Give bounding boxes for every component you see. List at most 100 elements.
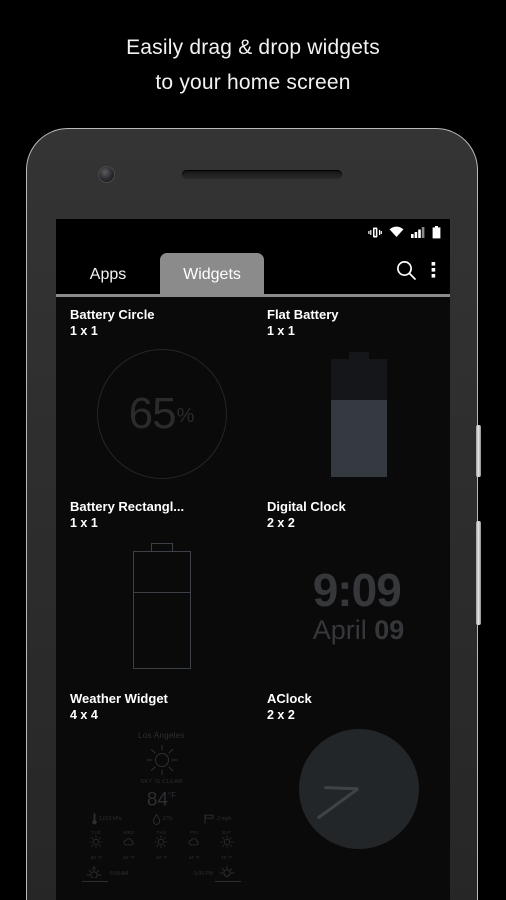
widget-preview-aclock <box>267 723 450 900</box>
sunset-icon <box>215 866 241 883</box>
widget-size: 1 x 1 <box>70 324 98 338</box>
forecast-day: THU 48 °F <box>145 830 178 860</box>
widget-item-flat-battery[interactable]: Flat Battery 1 x 1 <box>253 297 450 489</box>
widget-row: Battery Circle 1 x 1 65% Flat Battery 1 … <box>56 297 450 489</box>
widget-size: 1 x 1 <box>70 516 98 530</box>
widget-size: 2 x 2 <box>267 516 295 530</box>
widget-row: Weather Widget 4 x 4 Los Angeles SKY IS … <box>56 681 450 900</box>
weather-humidity: 17% <box>153 813 173 825</box>
forecast-temp: 60 °F <box>90 855 102 861</box>
widget-title: Battery Rectangl... <box>70 499 185 514</box>
weather-sunset: 5:00 PM <box>194 866 241 883</box>
battery-nub <box>348 351 369 359</box>
promo-line-2: to your home screen <box>155 71 351 94</box>
phone-mockup: Apps Widgets Battery Circle 1 x 1 65% Fl… <box>26 128 481 900</box>
weather-wind: 2 mph <box>204 814 231 825</box>
overflow-menu-icon[interactable] <box>431 260 436 285</box>
weather-city: Los Angeles <box>138 731 185 740</box>
widget-item-aclock[interactable]: AClock 2 x 2 <box>253 681 450 900</box>
wind-flag-icon <box>204 814 214 825</box>
weather-wind-value: 2 mph <box>217 816 232 823</box>
phone-screen: Apps Widgets Battery Circle 1 x 1 65% Fl… <box>56 219 450 900</box>
status-bar <box>56 219 450 245</box>
battery-icon <box>432 225 441 239</box>
tab-apps[interactable]: Apps <box>56 253 160 297</box>
flat-battery-graphic <box>330 351 387 477</box>
forecast-day: WED 52 °F <box>113 830 146 860</box>
weather-temp: 84°F <box>76 785 247 811</box>
front-camera-icon <box>99 167 114 182</box>
volume-button[interactable] <box>476 521 481 625</box>
forecast-temp: 48 °F <box>155 855 167 861</box>
forecast-day: SAT 40 °F <box>210 830 243 860</box>
widget-title: Flat Battery <box>267 307 339 322</box>
weather-stats: 1,013 hPa 17% 2 mph <box>76 813 247 825</box>
sun-icon <box>154 835 169 849</box>
widget-item-digital-clock[interactable]: Digital Clock 2 x 2 9:09 April 09 <box>253 489 450 681</box>
digital-clock-date: April 09 <box>313 614 405 646</box>
pressure-icon <box>92 813 97 825</box>
battery-circle-unit: % <box>176 404 195 427</box>
tab-widgets[interactable]: Widgets <box>160 253 264 297</box>
search-icon[interactable] <box>395 259 417 286</box>
widget-preview-digital-clock: 9:09 April 09 <box>267 531 450 681</box>
weather-sunrise: 6:09 AM <box>82 866 129 883</box>
widget-row: Battery Rectangl... 1 x 1 Digital Clock … <box>56 489 450 681</box>
sun-icon <box>220 835 234 849</box>
weather-pressure: 1,013 hPa <box>92 813 122 825</box>
weather-temp-value: 84 <box>146 789 169 811</box>
wifi-icon <box>389 226 404 238</box>
widget-item-battery-rectangle[interactable]: Battery Rectangl... 1 x 1 <box>56 489 253 681</box>
cloud-icon <box>123 838 134 846</box>
clock-minute-hand <box>317 787 360 820</box>
widget-title: Digital Clock <box>267 499 346 514</box>
signal-icon <box>411 226 425 238</box>
widget-preview-flat-battery <box>267 339 450 489</box>
sunset-time: 5:00 PM <box>194 871 213 878</box>
widget-item-battery-circle[interactable]: Battery Circle 1 x 1 65% <box>56 297 253 489</box>
widget-title: Battery Circle <box>70 307 155 322</box>
tab-bar: Apps Widgets <box>56 245 450 297</box>
weather-pressure-value: 1,013 hPa <box>98 816 122 823</box>
weather-temp-unit: °F <box>168 791 177 800</box>
tab-actions <box>395 259 450 297</box>
forecast-day: FRI 44 °F <box>178 830 211 860</box>
sunrise-icon <box>82 866 108 883</box>
battery-nub <box>150 543 173 551</box>
widget-item-weather[interactable]: Weather Widget 4 x 4 Los Angeles SKY IS … <box>56 681 253 900</box>
humidity-icon <box>153 813 161 825</box>
widget-preview-weather: Los Angeles SKY IS CLEAR 84°F 1,013 hPa … <box>70 723 253 900</box>
weather-humidity-value: 17% <box>162 816 173 823</box>
weather-sun-row: 6:09 AM 5:00 PM <box>76 866 247 883</box>
widget-preview-battery-circle: 65% <box>70 339 253 489</box>
rect-battery-graphic <box>132 543 191 669</box>
widget-grid: Battery Circle 1 x 1 65% Flat Battery 1 … <box>56 297 450 900</box>
tab-apps-label: Apps <box>89 266 127 283</box>
forecast-temp: 52 °F <box>123 855 135 861</box>
digital-clock-day: 09 <box>374 615 405 645</box>
cloud-icon <box>188 838 199 846</box>
vibrate-icon <box>368 226 382 239</box>
widget-preview-battery-rectangle <box>70 531 253 681</box>
battery-body <box>132 551 191 669</box>
tab-widgets-label: Widgets <box>183 266 241 283</box>
forecast-day: TUE 60 °F <box>80 830 113 860</box>
earpiece-speaker <box>182 170 342 179</box>
battery-level-line <box>133 591 190 593</box>
sun-icon <box>146 744 177 776</box>
battery-circle-gauge: 65% <box>96 349 227 479</box>
widget-size: 4 x 4 <box>70 708 98 722</box>
digital-clock-time: 9:09 <box>312 564 402 616</box>
sunrise-time: 6:09 AM <box>110 871 129 878</box>
weather-forecast: TUE 60 °F WED 52 °F THU 48 °F FRI 44 °F … <box>76 830 247 860</box>
sun-icon <box>89 835 103 849</box>
widget-size: 2 x 2 <box>267 708 295 722</box>
promo-line-1: Easily drag & drop widgets <box>126 36 380 59</box>
tab-underline <box>56 294 450 297</box>
weather-graphic: Los Angeles SKY IS CLEAR 84°F 1,013 hPa … <box>70 729 253 883</box>
battery-body <box>330 358 387 477</box>
battery-fill <box>330 399 387 477</box>
power-button[interactable] <box>476 425 481 477</box>
widget-title: AClock <box>267 691 312 706</box>
forecast-temp: 44 °F <box>188 855 200 861</box>
